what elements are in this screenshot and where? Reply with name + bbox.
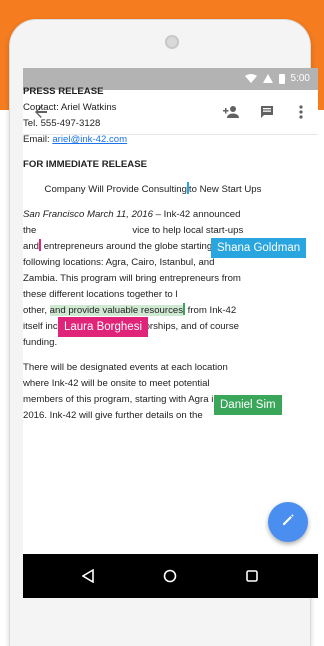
more-vert-icon[interactable] (289, 100, 313, 124)
edit-pencil-icon (281, 513, 295, 532)
doc-para1-line1: San Francisco March 11, 2016 – Ink-42 an… (23, 209, 241, 220)
cursor-laura (39, 239, 42, 251)
doc-heading: PRESS RELEASE (23, 86, 104, 97)
phone-camera (165, 35, 179, 49)
phone-chin (10, 598, 310, 646)
collaborator-tag-shana: Shana Goldman (211, 238, 307, 258)
doc-subtitle: Company Will Provide Consulting to New St… (44, 182, 262, 195)
highlight-daniel: and provide valuable resources (49, 305, 184, 316)
doc-email: Email: ariel@ink-42.com (23, 134, 128, 145)
email-link[interactable]: ariel@ink-42.com (52, 134, 127, 145)
collaborator-tag-daniel: Daniel Sim (214, 395, 282, 415)
doc-para1-line2: the vice to help local start-ups (23, 225, 244, 236)
doc-para2-line2: where Ink-42 will be onsite to meet pote… (23, 378, 210, 389)
doc-para1-line9: funding. (23, 337, 58, 348)
edit-fab-button[interactable] (268, 502, 308, 542)
doc-release-line: FOR IMMEDIATE RELEASE (23, 159, 148, 170)
doc-para2-line1: There will be designated events at each … (23, 362, 228, 373)
collaborator-tag-laura: Laura Borghesi (58, 317, 148, 337)
doc-contact: Contact: Ariel Watkins (23, 102, 117, 113)
battery-icon (278, 73, 285, 84)
doc-tel: Tel. 555-497-3128 (23, 118, 101, 129)
status-time: 5:00 (290, 73, 310, 84)
wifi-icon (244, 74, 257, 83)
doc-para1-line6: these different locations together to l (23, 289, 178, 300)
doc-para1-line5: Zambia. This program will bring entrepre… (23, 273, 241, 284)
signal-icon (262, 74, 273, 83)
